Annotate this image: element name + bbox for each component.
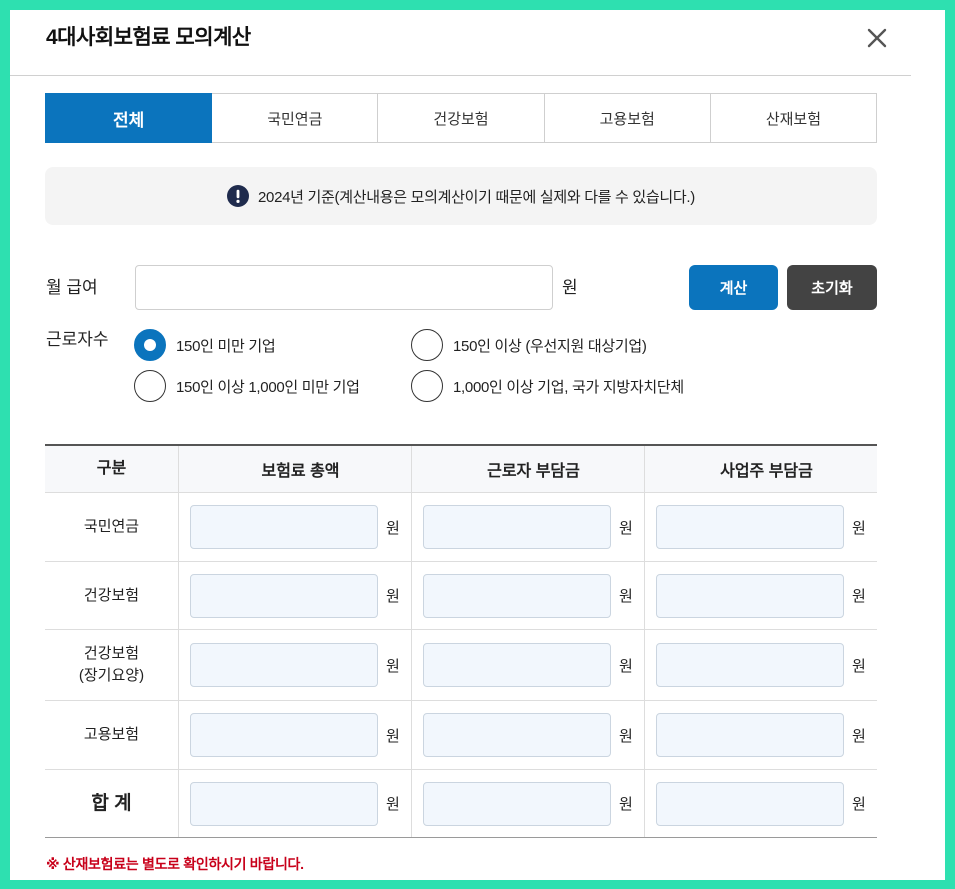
table-row: 건강보험 (장기요양) 원 원 원 [45, 630, 877, 701]
employer-share-input[interactable] [656, 505, 844, 549]
header-category: 구분 [96, 460, 127, 477]
unit-label: 원 [852, 657, 866, 675]
row-label-text: 국민연금 [83, 518, 140, 535]
radio-option-150-plus-priority[interactable]: 150인 이상 (우선지원 대상기업) [411, 329, 647, 361]
radio-option-under-150[interactable]: 150인 미만 기업 [134, 329, 276, 361]
reset-button[interactable]: 초기화 [787, 265, 877, 310]
unit-label: 원 [619, 657, 633, 675]
total-premium-input[interactable] [190, 643, 378, 687]
unit-label: 원 [619, 519, 633, 537]
table-header-row: 구분 보험료 총액 근로자 부담금 사업주 부담금 [45, 446, 877, 493]
insurance-tabs: 전체 국민연금 건강보험 고용보험 산재보험 [45, 93, 878, 143]
table-row: 고용보험 원 원 원 [45, 701, 877, 770]
unit-label: 원 [619, 796, 633, 813]
unit-label: 원 [852, 519, 866, 537]
calculate-button[interactable]: 계산 [689, 265, 778, 310]
radio-label: 150인 이상 1,000인 미만 기업 [176, 378, 360, 396]
premium-table: 구분 보험료 총액 근로자 부담금 사업주 부담금 국민연금 원 원 원 건강보… [45, 444, 877, 838]
row-sublabel-text: (장기요양) [78, 667, 145, 684]
radio-button[interactable] [134, 329, 166, 361]
employer-cell: 원 [644, 701, 877, 769]
radio-button[interactable] [411, 329, 443, 361]
employee-cell: 원 [411, 770, 644, 837]
header-total-premium: 보험료 총액 [178, 446, 411, 492]
header-divider [10, 75, 911, 76]
salary-unit: 원 [562, 278, 578, 297]
employee-cell: 원 [411, 562, 644, 629]
sum-label-text: 합 계 [91, 792, 132, 814]
row-label: 건강보험 [45, 562, 178, 629]
employee-cell: 원 [411, 701, 644, 769]
employee-share-input[interactable] [423, 643, 611, 687]
radio-button[interactable] [134, 370, 166, 402]
employee-cell: 원 [411, 493, 644, 561]
total-cell: 원 [178, 701, 411, 769]
radio-label: 150인 미만 기업 [176, 337, 276, 355]
unit-label: 원 [386, 657, 400, 675]
table-row-sum: 합 계 원 원 원 [45, 770, 877, 837]
unit-label: 원 [852, 796, 866, 813]
row-label-text: 건강보험 [83, 645, 140, 662]
total-cell: 원 [178, 562, 411, 629]
header-employee-share: 근로자 부담금 [411, 446, 644, 492]
salary-label: 월 급여 [46, 278, 98, 297]
total-cell: 원 [178, 630, 411, 700]
radio-option-1000-plus-government[interactable]: 1,000인 이상 기업, 국가 지방자치단체 [411, 370, 684, 402]
unit-label: 원 [619, 727, 633, 745]
tab-health-insurance[interactable]: 건강보험 [378, 93, 545, 143]
notice-text: 2024년 기준(계산내용은 모의계산이기 때문에 실제와 다를 수 있습니다.… [257, 188, 695, 206]
total-premium-input[interactable] [190, 505, 378, 549]
employer-cell: 원 [644, 562, 877, 629]
total-cell: 원 [178, 770, 411, 837]
row-label: 국민연금 [45, 493, 178, 561]
total-premium-sum-input[interactable] [190, 781, 378, 826]
calculator-modal: 4대사회보험료 모의계산 전체 국민연금 건강보험 고용보험 산재보험 2024… [10, 10, 945, 880]
table-row: 건강보험 원 원 원 [45, 562, 877, 630]
unit-label: 원 [386, 727, 400, 745]
radio-option-150-to-1000[interactable]: 150인 이상 1,000인 미만 기업 [134, 370, 360, 402]
tab-all[interactable]: 전체 [45, 93, 213, 143]
tab-employment-insurance[interactable]: 고용보험 [544, 93, 711, 143]
table-row: 국민연금 원 원 원 [45, 493, 877, 562]
row-label-text: 고용보험 [83, 726, 140, 743]
unit-label: 원 [386, 588, 400, 605]
close-icon[interactable] [867, 28, 887, 48]
unit-label: 원 [852, 588, 866, 605]
employer-share-input[interactable] [656, 573, 844, 618]
radio-label: 150인 이상 (우선지원 대상기업) [453, 337, 647, 355]
total-cell: 원 [178, 493, 411, 561]
total-premium-input[interactable] [190, 713, 378, 757]
employee-share-input[interactable] [423, 505, 611, 549]
employer-share-sum-input[interactable] [656, 781, 844, 826]
workers-label: 근로자수 [46, 330, 109, 349]
row-label: 고용보험 [45, 701, 178, 769]
employee-cell: 원 [411, 630, 644, 700]
row-label: 합 계 [45, 770, 178, 837]
employee-share-input[interactable] [423, 713, 611, 757]
unit-label: 원 [852, 727, 866, 745]
modal-title: 4대사회보험료 모의계산 [46, 26, 251, 49]
radio-button[interactable] [411, 370, 443, 402]
unit-label: 원 [386, 519, 400, 537]
employer-cell: 원 [644, 770, 877, 837]
salary-input[interactable] [135, 265, 553, 310]
employee-share-input[interactable] [423, 573, 611, 618]
header-employer-share: 사업주 부담금 [644, 446, 877, 492]
employer-cell: 원 [644, 630, 877, 700]
total-premium-input[interactable] [190, 573, 378, 618]
exclamation-circle-icon [226, 185, 249, 207]
industrial-accident-note: ※ 산재보험료는 별도로 확인하시기 바랍니다. [46, 856, 304, 872]
employer-share-input[interactable] [656, 713, 844, 757]
tab-industrial-accident-insurance[interactable]: 산재보험 [710, 93, 878, 143]
unit-label: 원 [386, 796, 400, 813]
row-label: 건강보험 (장기요양) [45, 630, 178, 700]
row-label-text: 건강보험 [83, 586, 140, 604]
notice-box: 2024년 기준(계산내용은 모의계산이기 때문에 실제와 다를 수 있습니다.… [45, 167, 877, 225]
radio-label: 1,000인 이상 기업, 국가 지방자치단체 [453, 378, 684, 396]
employer-share-input[interactable] [656, 643, 844, 687]
unit-label: 원 [619, 588, 633, 605]
tab-national-pension[interactable]: 국민연금 [212, 93, 379, 143]
employer-cell: 원 [644, 493, 877, 561]
employee-share-sum-input[interactable] [423, 781, 611, 826]
